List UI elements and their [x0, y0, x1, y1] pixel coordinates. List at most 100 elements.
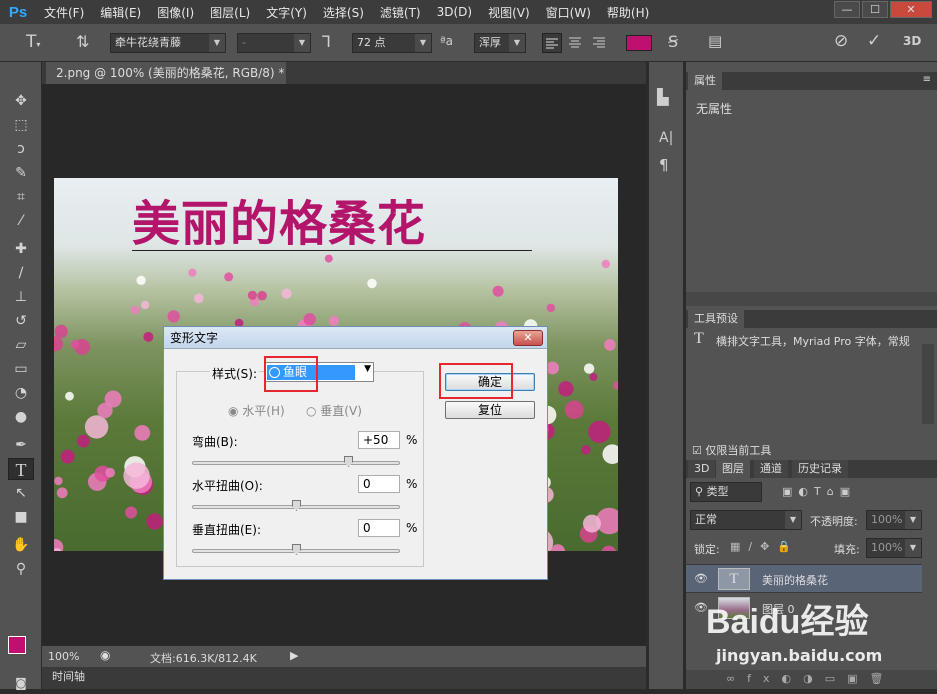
- eraser-tool-icon[interactable]: ▱: [8, 334, 34, 356]
- close-window-button[interactable]: ✕: [890, 1, 932, 18]
- flower: [224, 272, 234, 282]
- align-center-button[interactable]: [566, 33, 586, 53]
- menu-layer[interactable]: 图层(L): [202, 4, 258, 21]
- clone-stamp-tool-icon[interactable]: ⊥: [8, 286, 34, 308]
- menu-edit[interactable]: 编辑(E): [92, 4, 149, 21]
- flower: [104, 390, 122, 408]
- warped-title-text[interactable]: 美丽的格桑花: [132, 184, 426, 254]
- quick-select-tool-icon[interactable]: ✎: [8, 162, 34, 184]
- quick-mask-icon[interactable]: ◙: [8, 672, 34, 694]
- eyedropper-tool-icon[interactable]: ⁄: [8, 210, 34, 232]
- align-right-button[interactable]: [590, 33, 610, 53]
- rectangle-tool-icon[interactable]: ■: [8, 506, 34, 528]
- properties-tab[interactable]: 属性: [688, 72, 722, 90]
- pen-tool-icon[interactable]: ✒: [8, 434, 34, 456]
- tool-presets-tab[interactable]: 工具预设: [688, 310, 744, 328]
- menu-filter[interactable]: 滤镜(T): [372, 4, 429, 21]
- horizontal-distortion-input[interactable]: 0: [358, 475, 400, 493]
- visibility-eye-icon[interactable]: 👁: [694, 572, 708, 585]
- layer-name[interactable]: 美丽的格桑花: [762, 572, 828, 588]
- brush-tool-icon[interactable]: ∕: [8, 262, 34, 284]
- tools-panel: ✥ ⬚ ↄ ✎ ⌗ ⁄ ✚ ∕ ⊥ ↺ ▱ ▭ ◔ ● ✒ T ↖ ■ ✋ ⚲ …: [0, 62, 42, 690]
- menu-type[interactable]: 文字(Y): [258, 4, 315, 21]
- reset-button[interactable]: 复位: [445, 401, 535, 419]
- horizontal-distortion-label: 水平扭曲(O):: [192, 479, 263, 493]
- document-tab[interactable]: 2.png @ 100% (美丽的格桑花, RGB/8) * ×: [46, 62, 286, 102]
- vertical-radio[interactable]: ○ 垂直(V): [306, 402, 362, 419]
- align-left-button[interactable]: [542, 33, 562, 53]
- type-tool-preset-icon[interactable]: T▾: [26, 32, 40, 52]
- minimize-button[interactable]: —: [834, 1, 860, 18]
- blend-mode-select[interactable]: 正常 ▼: [690, 510, 802, 530]
- maximize-button[interactable]: ☐: [862, 1, 888, 18]
- menu-view[interactable]: 视图(V): [480, 4, 538, 21]
- foreground-color-swatch[interactable]: [8, 636, 26, 654]
- history-brush-tool-icon[interactable]: ↺: [8, 310, 34, 332]
- font-size-select[interactable]: 72 点 ▼: [352, 33, 432, 53]
- timeline-tab[interactable]: 时间轴: [42, 667, 646, 689]
- dodge-tool-icon[interactable]: ●: [8, 406, 34, 428]
- gradient-tool-icon[interactable]: ▭: [8, 358, 34, 380]
- status-info-icon[interactable]: ◉: [100, 648, 110, 662]
- only-current-tool-checkbox[interactable]: ☑ 仅限当前工具: [692, 442, 771, 458]
- flower: [134, 425, 151, 441]
- lock-icons[interactable]: ▦∕✥🔒: [730, 540, 799, 553]
- hand-tool-icon[interactable]: ✋: [8, 534, 34, 556]
- tool-preset-item[interactable]: 横排文字工具，Myriad Pro 字体，常规: [716, 333, 924, 349]
- dialog-close-button[interactable]: ✕: [513, 330, 543, 346]
- toggle-orientation-icon[interactable]: ⇅: [76, 32, 89, 51]
- horizontal-type-tool-icon[interactable]: T: [8, 458, 34, 480]
- flower: [583, 363, 595, 374]
- warp-text-icon[interactable]: Ꞩ: [668, 32, 678, 51]
- tab-channels[interactable]: 通道: [754, 460, 788, 478]
- presets-scrollbar[interactable]: [922, 344, 934, 424]
- font-style-select[interactable]: - ▼: [237, 33, 311, 53]
- zoom-tool-icon[interactable]: ⚲: [8, 558, 34, 580]
- menu-select[interactable]: 选择(S): [315, 4, 372, 21]
- menu-help[interactable]: 帮助(H): [599, 4, 657, 21]
- layer-filter-icons[interactable]: ▣◐T⌂▣: [782, 485, 856, 498]
- path-selection-tool-icon[interactable]: ↖: [8, 482, 34, 504]
- marquee-tool-icon[interactable]: ⬚: [8, 114, 34, 136]
- fill-field[interactable]: 100% ▼: [866, 538, 922, 558]
- move-tool-icon[interactable]: ✥: [8, 90, 34, 112]
- panel-menu-icon[interactable]: ≡: [923, 74, 931, 85]
- fill-label: 填充:: [834, 543, 860, 556]
- style-label: 样式(S):: [210, 365, 260, 382]
- tab-3d[interactable]: 3D: [688, 460, 716, 478]
- 3d-icon[interactable]: 3D: [903, 34, 921, 48]
- lasso-tool-icon[interactable]: ↄ: [8, 138, 34, 160]
- text-color-swatch[interactable]: [626, 35, 652, 51]
- tab-history[interactable]: 历史记录: [792, 460, 848, 478]
- menu-file[interactable]: 文件(F): [36, 4, 92, 21]
- flower: [613, 381, 618, 390]
- menu-image[interactable]: 图像(I): [149, 4, 202, 21]
- menu-3d[interactable]: 3D(D): [429, 5, 480, 19]
- vertical-distortion-slider[interactable]: [192, 544, 400, 555]
- crop-tool-icon[interactable]: ⌗: [8, 186, 34, 208]
- healing-brush-tool-icon[interactable]: ✚: [8, 238, 34, 260]
- history-panel-icon[interactable]: ▙: [657, 88, 669, 106]
- vertical-distortion-input[interactable]: 0: [358, 519, 400, 537]
- horizontal-distortion-slider[interactable]: [192, 500, 400, 511]
- layers-footer-icons[interactable]: ∞fx◐◑▭▣🗑: [686, 670, 937, 689]
- status-menu-arrow-icon[interactable]: ▶: [290, 649, 298, 662]
- menu-bar: Ps 文件(F) 编辑(E) 图像(I) 图层(L) 文字(Y) 选择(S) 滤…: [0, 0, 937, 24]
- character-panel-icon[interactable]: ▤: [708, 32, 722, 50]
- horizontal-radio[interactable]: ◉ 水平(H): [228, 402, 285, 419]
- blur-tool-icon[interactable]: ◔: [8, 382, 34, 404]
- bend-slider[interactable]: [192, 456, 400, 467]
- cancel-icon[interactable]: ⊘: [834, 31, 848, 51]
- bend-input[interactable]: +50: [358, 431, 400, 449]
- commit-checkmark-icon[interactable]: ✓: [867, 31, 881, 51]
- layer-row[interactable]: 👁 T 美丽的格桑花: [686, 564, 922, 592]
- menu-window[interactable]: 窗口(W): [538, 4, 599, 21]
- font-family-select[interactable]: 牵牛花绕青藤 ▼: [110, 33, 226, 53]
- tab-layers[interactable]: 图层: [716, 460, 750, 478]
- zoom-level[interactable]: 100%: [48, 650, 79, 663]
- opacity-field[interactable]: 100% ▼: [866, 510, 922, 530]
- character-panel-icon[interactable]: A|: [659, 130, 673, 146]
- antialias-select[interactable]: 浑厚 ▼: [474, 33, 526, 53]
- layer-filter-select[interactable]: ⚲ 类型: [690, 482, 762, 502]
- paragraph-panel-icon[interactable]: ¶: [659, 156, 669, 174]
